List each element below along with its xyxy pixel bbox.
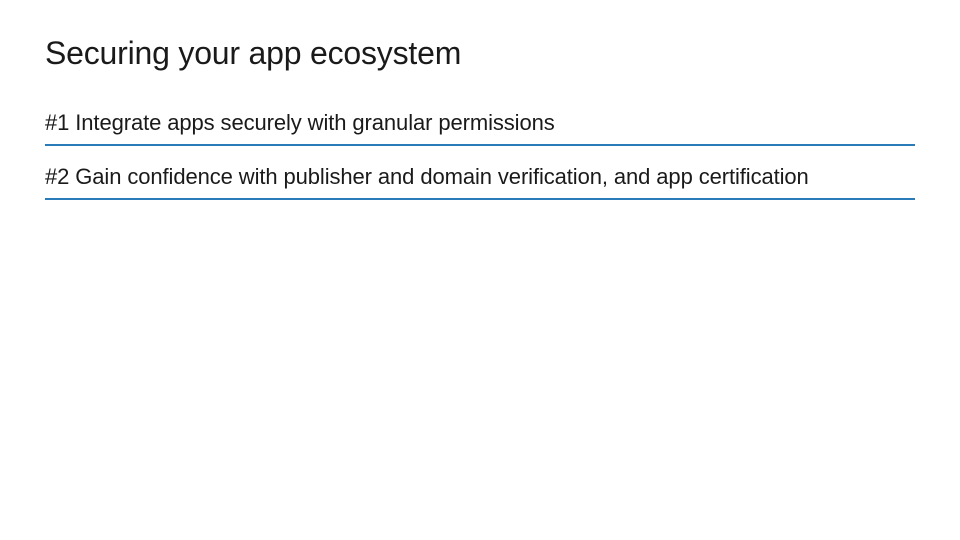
slide-title: Securing your app ecosystem <box>45 35 915 72</box>
list-item: #1 Integrate apps securely with granular… <box>45 110 915 146</box>
list-item: #2 Gain confidence with publisher and do… <box>45 164 915 200</box>
slide-container: Securing your app ecosystem #1 Integrate… <box>0 0 960 253</box>
